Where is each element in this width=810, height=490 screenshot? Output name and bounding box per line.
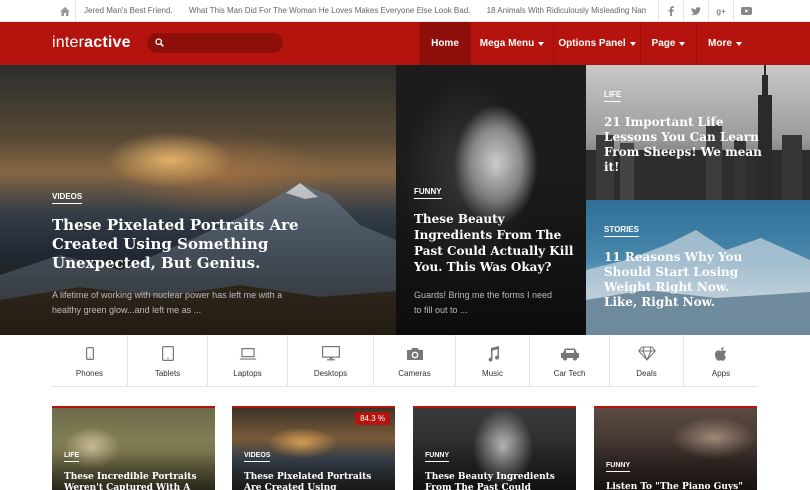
social-links: g+ xyxy=(658,0,758,22)
hero-main-title[interactable]: These Pixelated Portraits Are Created Us… xyxy=(52,216,352,273)
top-bar: Jered Man's Best Friend. What This Man D… xyxy=(0,0,810,22)
apple-icon xyxy=(711,345,731,363)
card-title[interactable]: These Pixelated Portraits Are Created Us… xyxy=(244,472,389,490)
news-ticker: Jered Man's Best Friend. What This Man D… xyxy=(84,0,646,22)
search-icon xyxy=(155,38,164,47)
article-card[interactable]: Funny These Beauty Ingredients From The … xyxy=(413,406,576,490)
rating-badge: 84.3 % xyxy=(355,412,390,425)
hero-middle-excerpt: Guards! Bring me the forms I need to fil… xyxy=(414,290,553,315)
category-tag[interactable]: Life xyxy=(604,90,622,102)
nav-more[interactable]: More xyxy=(696,22,753,65)
hero-right-top-title[interactable]: 21 Important Life Lessons You Can Learn … xyxy=(604,115,764,175)
category-tag[interactable]: Funny xyxy=(414,187,442,199)
nav-page[interactable]: Page xyxy=(640,22,696,65)
nav-mega-menu[interactable]: Mega Menu xyxy=(470,22,553,65)
category-phones[interactable]: Phones xyxy=(52,335,128,387)
ticker-item[interactable]: Jered Man's Best Friend. xyxy=(84,6,173,15)
laptop-icon xyxy=(238,345,258,363)
google-plus-icon[interactable]: g+ xyxy=(708,0,733,22)
search-input[interactable] xyxy=(147,33,283,53)
caret-down-icon xyxy=(538,41,545,46)
caret-down-icon xyxy=(735,41,742,46)
caret-down-icon xyxy=(629,41,636,46)
tablet-icon xyxy=(158,345,178,363)
card-title[interactable]: Listen To "The Piano Guys" Take xyxy=(606,482,751,490)
camera-icon xyxy=(405,345,425,363)
hero-main[interactable]: Videos These Pixelated Portraits Are Cre… xyxy=(0,65,396,335)
category-tag[interactable]: Life xyxy=(64,452,80,462)
category-desktops[interactable]: Desktops xyxy=(288,335,374,387)
desktop-icon xyxy=(321,345,341,363)
facebook-icon[interactable] xyxy=(658,0,683,22)
category-tag[interactable]: Funny xyxy=(425,452,450,462)
youtube-icon[interactable] xyxy=(733,0,758,22)
car-icon xyxy=(560,345,580,363)
hero-middle[interactable]: Funny These Beauty Ingredients From The … xyxy=(396,65,586,335)
nav-home[interactable]: Home xyxy=(419,22,470,65)
article-card[interactable]: Life These Incredible Portraits Weren't … xyxy=(52,406,215,490)
ticker-item[interactable]: What This Man Did For The Woman He Loves… xyxy=(189,6,470,15)
category-cameras[interactable]: Cameras xyxy=(374,335,456,387)
music-icon xyxy=(483,345,503,363)
hero-main-excerpt: A lifetime of working with nuclear power… xyxy=(52,290,283,315)
diamond-icon xyxy=(637,345,657,363)
category-car-tech[interactable]: Car Tech xyxy=(530,335,610,387)
site-logo[interactable]: interactive xyxy=(52,34,131,52)
article-card[interactable]: Funny Listen To "The Piano Guys" Take xyxy=(594,406,757,490)
category-apps[interactable]: Apps xyxy=(684,335,758,387)
category-tag[interactable]: Funny xyxy=(606,462,631,472)
category-music[interactable]: Music xyxy=(456,335,530,387)
category-tablets[interactable]: Tablets xyxy=(128,335,208,387)
nav-options-panel[interactable]: Options Panel xyxy=(553,22,640,65)
card-title[interactable]: These Beauty Ingredients From The Past C… xyxy=(425,472,570,490)
hero-middle-title[interactable]: These Beauty Ingredients From The Past C… xyxy=(414,211,574,275)
home-icon[interactable] xyxy=(54,0,76,22)
ticker-item[interactable]: 18 Animals With Ridiculously Misleading … xyxy=(487,6,646,15)
phone-icon xyxy=(80,345,100,363)
twitter-icon[interactable] xyxy=(683,0,708,22)
card-title[interactable]: These Incredible Portraits Weren't Captu… xyxy=(64,472,209,490)
article-card[interactable]: 84.3 % Videos These Pixelated Portraits … xyxy=(232,406,395,490)
category-deals[interactable]: Deals xyxy=(610,335,684,387)
main-header: interactive Home Mega Menu Options Panel… xyxy=(0,22,810,65)
category-tag[interactable]: Stories xyxy=(604,225,639,237)
category-strip: Phones Tablets Laptops Desktops Cameras … xyxy=(52,335,758,387)
caret-down-icon xyxy=(679,41,686,46)
hero-right-top[interactable]: Life 21 Important Life Lessons You Can L… xyxy=(586,65,810,200)
hero-right-bottom[interactable]: Stories 11 Reasons Why You Should Start … xyxy=(586,200,810,335)
category-laptops[interactable]: Laptops xyxy=(208,335,288,387)
category-tag[interactable]: Videos xyxy=(244,452,271,462)
hero-right-bottom-title[interactable]: 11 Reasons Why You Should Start Losing W… xyxy=(604,250,764,310)
category-tag[interactable]: Videos xyxy=(52,192,83,204)
main-nav: Home Mega Menu Options Panel Page More xyxy=(419,22,753,65)
